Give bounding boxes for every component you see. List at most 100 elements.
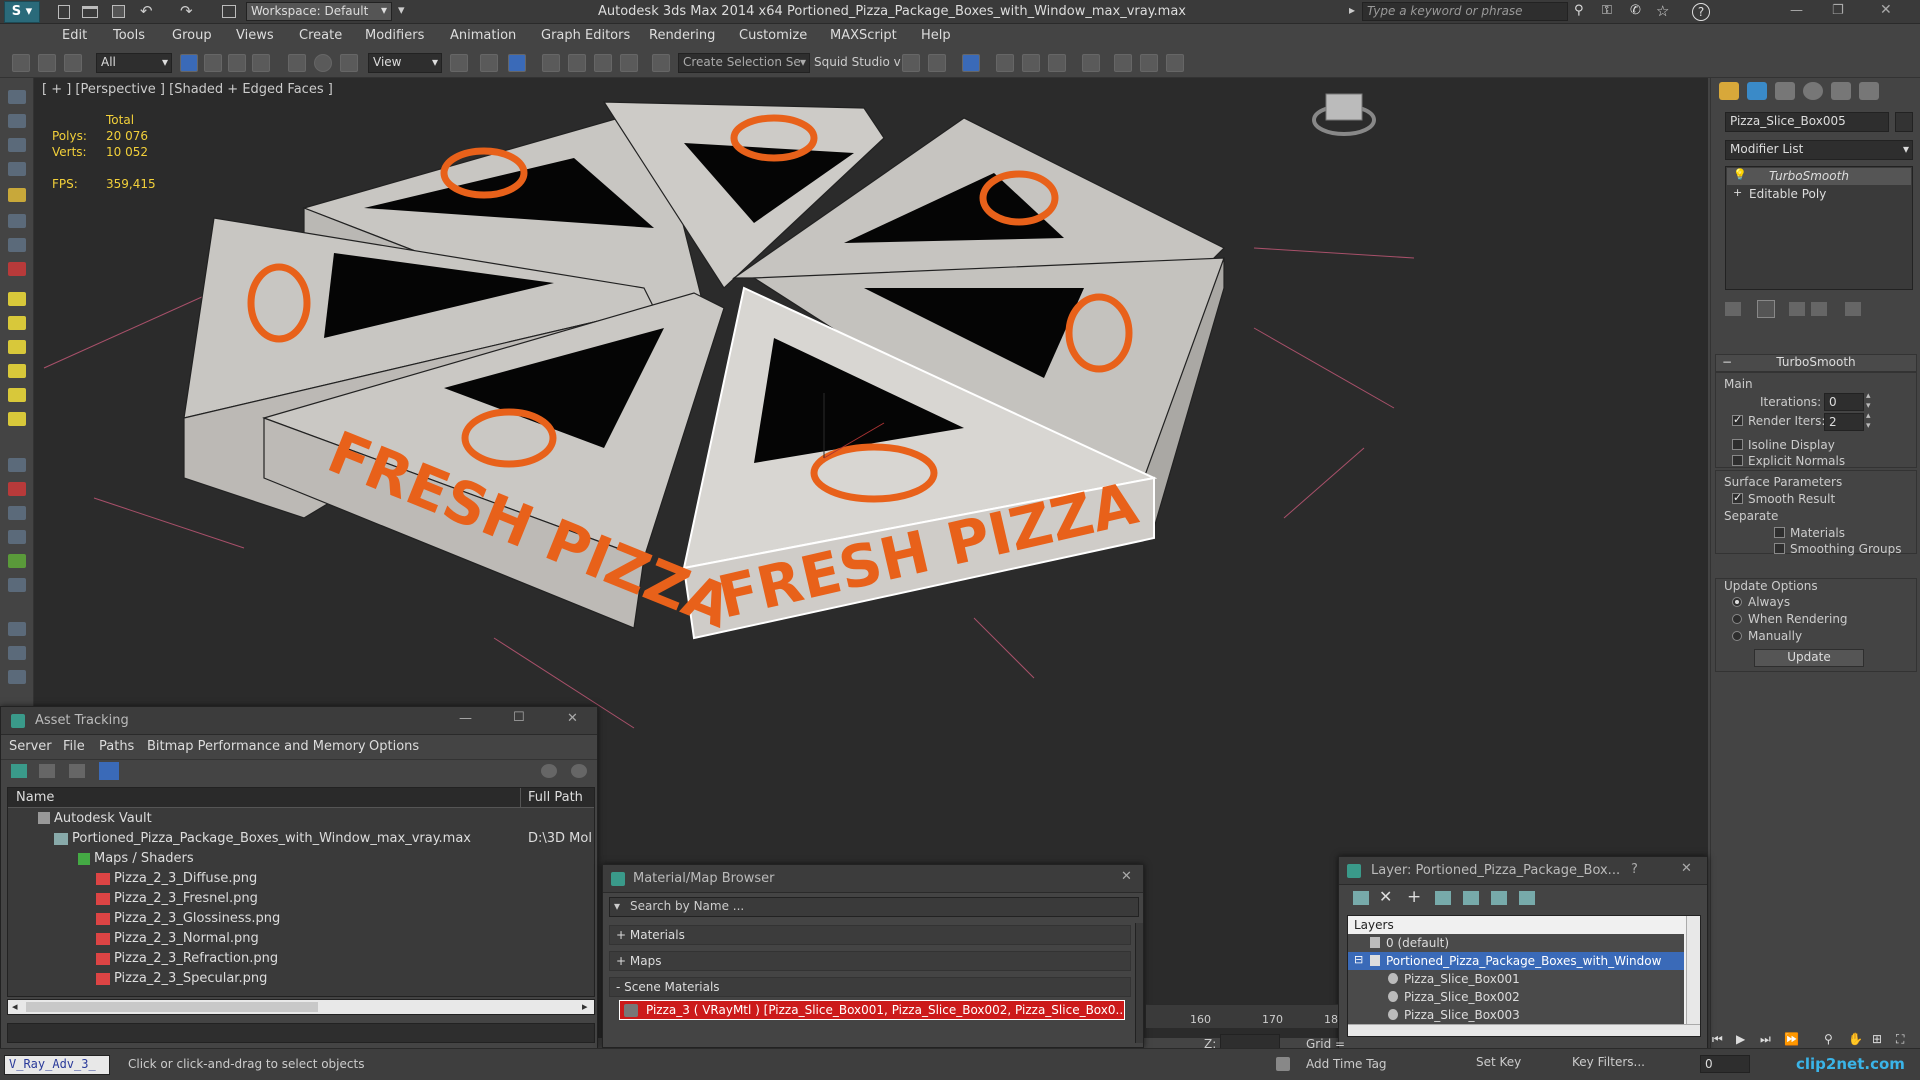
rectangular-selection-icon[interactable]: [228, 54, 246, 72]
close-icon[interactable]: ✕: [1681, 861, 1692, 876]
maximize-icon[interactable]: ☐: [513, 710, 525, 725]
window-crossing-icon[interactable]: [252, 54, 270, 72]
menu-tools[interactable]: Tools: [113, 28, 145, 43]
spinner-snap-icon[interactable]: [620, 54, 638, 72]
materials-checkbox[interactable]: [1774, 527, 1785, 538]
squid-studio-label[interactable]: Squid Studio v: [814, 55, 901, 69]
current-frame-field[interactable]: 0: [1700, 1055, 1750, 1073]
communication-center-icon[interactable]: ✆: [1630, 3, 1641, 18]
material-browser-titlebar[interactable]: Material/Map Browser ✕: [603, 865, 1143, 893]
app-logo-icon[interactable]: S ▾: [4, 1, 40, 23]
project-folder-icon[interactable]: [222, 5, 236, 18]
table-row[interactable]: Maps / Shaders: [8, 850, 594, 870]
next-frame-icon[interactable]: ⏭: [1760, 1032, 1771, 1047]
material-browser-scrollbar[interactable]: [1135, 923, 1143, 1043]
rendered-frame-window-icon[interactable]: [1140, 54, 1158, 72]
toolbar-tool-icon[interactable]: [8, 262, 26, 276]
list-view-icon[interactable]: [39, 764, 55, 778]
favorites-star-icon[interactable]: ☆: [1656, 2, 1669, 20]
layer-horizontal-scrollbar[interactable]: [1348, 1024, 1700, 1036]
render-setup-icon[interactable]: [1114, 54, 1132, 72]
toolbar-tool-icon[interactable]: [8, 670, 26, 684]
material-editor-icon[interactable]: [1082, 54, 1100, 72]
toolbar-tool-icon[interactable]: [8, 292, 26, 306]
select-by-name-icon[interactable]: [204, 54, 222, 72]
scroll-right-icon[interactable]: ▸: [582, 1000, 588, 1013]
pivot-center-icon[interactable]: [450, 54, 468, 72]
toolbar-tool-icon[interactable]: [8, 340, 26, 354]
menu-create[interactable]: Create: [299, 28, 342, 43]
utilities-tab-icon[interactable]: [1859, 82, 1879, 100]
pan-icon[interactable]: ✋: [1848, 1032, 1863, 1046]
named-selection-set-dropdown[interactable]: Create Selection Se ▾: [678, 53, 810, 73]
table-row[interactable]: Pizza_2_3_Refraction.png: [8, 950, 594, 970]
redo-icon[interactable]: ↷: [180, 2, 193, 20]
tree-view-icon[interactable]: [69, 764, 85, 778]
table-row[interactable]: Pizza_2_3_Normal.png: [8, 930, 594, 950]
mirror-icon[interactable]: [902, 54, 920, 72]
spinner-arrows-icon[interactable]: ▴ ▾: [1866, 411, 1871, 431]
smooth-result-checkbox[interactable]: [1732, 491, 1743, 504]
show-end-result-icon[interactable]: [1757, 300, 1775, 318]
timeline-track[interactable]: 160 170 18: [1146, 1004, 1338, 1028]
iterations-spinner[interactable]: 0: [1824, 393, 1864, 411]
manually-radio[interactable]: [1732, 631, 1742, 641]
hide-all-layers-icon[interactable]: [1491, 891, 1507, 905]
layer-help-button[interactable]: ?: [1631, 862, 1638, 877]
toolbar-tool-icon[interactable]: [8, 578, 26, 592]
render-production-icon[interactable]: [1166, 54, 1184, 72]
toolbar-tool-icon[interactable]: [8, 482, 26, 496]
curve-editor-icon[interactable]: [1022, 54, 1040, 72]
binoculars-icon[interactable]: ⚲: [1574, 3, 1584, 18]
scale-icon[interactable]: [340, 54, 358, 72]
column-full-path[interactable]: Full Path: [528, 790, 583, 805]
keyboard-shortcut-icon[interactable]: [508, 54, 526, 72]
toolbar-tool-icon[interactable]: [8, 188, 26, 202]
workspace-dropdown[interactable]: Workspace: Default ▾: [246, 2, 392, 21]
make-unique-icon[interactable]: [1789, 302, 1805, 316]
maxscript-listener-field[interactable]: V_Ray_Adv_3_: [4, 1055, 110, 1075]
material-group-materials[interactable]: + Materials: [609, 925, 1131, 945]
asset-path-field[interactable]: [7, 1023, 595, 1043]
keyword-search-input[interactable]: Type a keyword or phrase: [1362, 2, 1568, 21]
toolbar-tool-icon[interactable]: [8, 646, 26, 660]
undo-icon[interactable]: ↶: [140, 2, 153, 20]
explicit-normals-checkbox[interactable]: [1732, 455, 1743, 466]
pin-stack-icon[interactable]: [1725, 302, 1741, 316]
toolbar-tool-icon[interactable]: [8, 412, 26, 426]
display-tab-icon[interactable]: [1831, 82, 1851, 100]
isoline-display-checkbox[interactable]: [1732, 439, 1743, 450]
minimize-icon[interactable]: —: [1790, 3, 1803, 18]
help-icon[interactable]: [541, 764, 557, 778]
snaps-toggle-icon[interactable]: [542, 54, 560, 72]
select-object-icon[interactable]: [180, 54, 198, 72]
time-tag-icon[interactable]: [1276, 1057, 1290, 1071]
menu-animation[interactable]: Animation: [450, 28, 516, 43]
lightbulb-icon[interactable]: 💡: [1733, 168, 1747, 181]
update-button[interactable]: Update: [1754, 649, 1864, 667]
close-icon[interactable]: ✕: [1880, 2, 1892, 18]
column-divider[interactable]: [520, 788, 521, 808]
table-view-icon[interactable]: [99, 762, 119, 780]
toolbar-tool-icon[interactable]: [8, 530, 26, 544]
reference-coordinate-dropdown[interactable]: View ▾: [368, 53, 442, 73]
toolbar-tool-icon[interactable]: [8, 388, 26, 402]
turbosmooth-rollout-header[interactable]: − TurboSmooth: [1715, 354, 1917, 372]
move-icon[interactable]: [288, 54, 306, 72]
modifier-stack-item-turbosmooth[interactable]: 💡 TurboSmooth: [1727, 168, 1911, 185]
menu-group[interactable]: Group: [172, 28, 212, 43]
viewcube[interactable]: [1312, 93, 1376, 136]
key-filters-button[interactable]: Key Filters...: [1572, 1055, 1645, 1069]
table-row[interactable]: Pizza_2_3_Glossiness.png: [8, 910, 594, 930]
remove-modifier-icon[interactable]: [1811, 302, 1827, 316]
scroll-thumb[interactable]: [26, 1002, 318, 1012]
restore-icon[interactable]: ❐: [1832, 3, 1844, 18]
object-name-input[interactable]: Pizza_Slice_Box005: [1725, 112, 1889, 132]
object-color-swatch[interactable]: [1895, 112, 1913, 132]
hierarchy-tab-icon[interactable]: [1775, 82, 1795, 100]
graphite-ribbon-icon[interactable]: [996, 54, 1014, 72]
unlink-icon[interactable]: [38, 54, 56, 72]
chevron-down-icon[interactable]: ▾: [614, 899, 620, 913]
render-iters-spinner[interactable]: 2: [1824, 413, 1864, 431]
layer-row-object[interactable]: Pizza_Slice_Box001: [1348, 970, 1684, 988]
